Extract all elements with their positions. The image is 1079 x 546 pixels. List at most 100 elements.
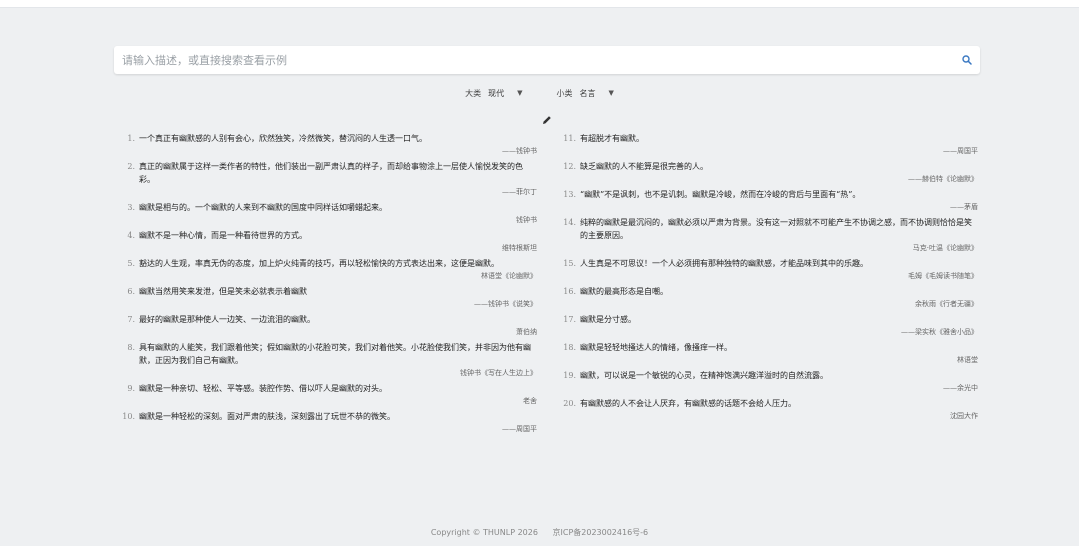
quote-line: 5. 豁达的人生观，率真无伪的态度，加上炉火纯青的技巧，再以轻松愉快的方式表达出来…: [119, 257, 537, 270]
quote-line: 15. 人生真是不可思议！一个人必须拥有那种独特的幽默感，才能品味到其中的乐趣。: [560, 257, 978, 270]
quote-number: 9.: [127, 384, 135, 393]
minor-category-label: 小类: [556, 88, 573, 98]
quote-line: 18. 幽默是轻轻地搔达人的情绪，像搔痒一样。: [560, 341, 978, 354]
quote-line: 8. 具有幽默的人能笑，我们跟着他笑；假如幽默的小花脸可笑，我们对着他笑。小花脸使…: [119, 341, 537, 367]
quote-number: 18.: [563, 343, 576, 352]
quote-number: 5.: [127, 259, 135, 268]
quote-line: 10. 幽默是一种轻松的深刻。面对严肃的肤浅，深刻露出了玩世不恭的微笑。: [119, 410, 537, 423]
quote-number: 15.: [563, 259, 576, 268]
quote-item: 13. “幽默”不是讽刺，也不是讥刺。幽默是冷峻，然而在冷峻的背后与里面有“热”。…: [560, 188, 978, 214]
quote-line: 17. 幽默是分寸感。: [560, 313, 978, 326]
quote-text: “幽默”不是讽刺，也不是讥刺。幽默是冷峻，然而在冷峻的背后与里面有“热”。: [580, 190, 861, 199]
quote-number: 7.: [127, 315, 135, 324]
quote-source: ——钱钟书《说笑》: [474, 300, 537, 308]
quote-item: 11. 有超脱才有幽默。 ——周国平: [560, 132, 978, 158]
quote-item: 14. 纯粹的幽默是最沉闷的，幽默必须以严肃为背景。没有这一对照就不可能产生不协调…: [560, 216, 978, 255]
quote-source: 林语堂: [957, 356, 978, 364]
quote-number: 19.: [563, 371, 576, 380]
quote-source: 钱钟书《写在人生边上》: [460, 369, 537, 377]
quote-source: ——梁实秋《雅舍小品》: [901, 328, 978, 336]
quote-number: 12.: [563, 162, 576, 171]
quote-text: 一个真正有幽默感的人别有会心，欣然独笑，冷然微笑，替沉闷的人生透一口气。: [139, 134, 427, 143]
quote-line: 3. 幽默是相与的。一个幽默的人来到不幽默的国度中同样话如嚼蜡起来。: [119, 201, 537, 214]
quote-number: 13.: [563, 190, 576, 199]
icp-link[interactable]: 京ICP备2023002416号-6: [553, 528, 649, 537]
quote-item: 18. 幽默是轻轻地搔达人的情绪，像搔痒一样。林语堂: [560, 341, 978, 367]
quote-item: 19. 幽默，可以说是一个敏锐的心灵，在精神饱满兴趣洋溢时的自然流露。 ——余光中: [560, 369, 978, 395]
quote-text: 最好的幽默是那种使人一边笑、一边流泪的幽默。: [139, 315, 315, 324]
quote-item: 9. 幽默是一种亲切、轻松、平等感。装腔作势、借以吓人是幽默的对头。老舍: [119, 382, 537, 408]
quote-line: 7. 最好的幽默是那种使人一边笑、一边流泪的幽默。: [119, 313, 537, 326]
quote-item: 17. 幽默是分寸感。 ——梁实秋《雅舍小品》: [560, 313, 978, 339]
quote-number: 8.: [127, 343, 135, 352]
quote-number: 20.: [563, 399, 576, 408]
quote-line: 14. 纯粹的幽默是最沉闷的，幽默必须以严肃为背景。没有这一对照就不可能产生不协调…: [560, 216, 978, 242]
quote-item: 4. 幽默不是一种心情，而是一种看待世界的方式。维特根斯坦: [119, 229, 537, 255]
quote-line: 19. 幽默，可以说是一个敏锐的心灵，在精神饱满兴趣洋溢时的自然流露。: [560, 369, 978, 382]
quote-source: 老舍: [523, 397, 537, 405]
category-filters: 大类 现代 ▼ 小类 名言 ▼: [0, 85, 1079, 101]
minor-category-value: 名言: [579, 88, 596, 98]
quote-text: 有幽默感的人不会让人厌弃，有幽默感的话题不会给人压力。: [580, 399, 796, 408]
quote-text: 幽默不是一种心情，而是一种看待世界的方式。: [139, 231, 307, 240]
quote-source: ——菲尔丁: [502, 188, 537, 196]
search-input[interactable]: [114, 47, 954, 73]
quote-line: 4. 幽默不是一种心情，而是一种看待世界的方式。: [119, 229, 537, 242]
quote-item: 7. 最好的幽默是那种使人一边笑、一边流泪的幽默。 萧伯纳: [119, 313, 537, 339]
quote-item: 20. 有幽默感的人不会让人厌弃，有幽默感的话题不会给人压力。沈园大作: [560, 397, 978, 423]
quote-text: 人生真是不可思议！一个人必须拥有那种独特的幽默感，才能品味到其中的乐趣。: [580, 259, 868, 268]
search-icon[interactable]: [954, 55, 980, 65]
quote-text: 纯粹的幽默是最沉闷的，幽默必须以严肃为背景。没有这一对照就不可能产生不协调之感，…: [580, 218, 972, 240]
quote-column-right: 11. 有超脱才有幽默。 ——周国平 12. 缺乏幽默的人不能算是很完善的人。 ——赫伯特…: [560, 132, 978, 425]
quote-line: 16. 幽默的最高形态是自嘲。: [560, 285, 978, 298]
quote-text: 幽默的最高形态是自嘲。: [580, 287, 668, 296]
minor-category-select[interactable]: 小类 名言 ▼: [557, 85, 614, 101]
quote-item: 2. 真正的幽默属于这样一类作者的特性，他们装出一副严肃认真的样子，而却给事物涂上…: [119, 160, 537, 199]
quote-source: ——周国平: [502, 425, 537, 433]
quote-source: ——周国平: [943, 147, 978, 155]
quote-source: ——茅盾: [950, 203, 978, 211]
quote-source: 沈园大作: [950, 412, 978, 420]
quote-item: 12. 缺乏幽默的人不能算是很完善的人。 ——赫伯特《论幽默》: [560, 160, 978, 186]
quote-item: 15. 人生真是不可思议！一个人必须拥有那种独特的幽默感，才能品味到其中的乐趣。毛…: [560, 257, 978, 283]
quote-line: 2. 真正的幽默属于这样一类作者的特性，他们装出一副严肃认真的样子，而却给事物涂上…: [119, 160, 537, 186]
quote-text: 幽默是轻轻地搔达人的情绪，像搔痒一样。: [580, 343, 732, 352]
quote-text: 幽默是相与的。一个幽默的人来到不幽默的国度中同样话如嚼蜡起来。: [139, 203, 387, 212]
major-category-select[interactable]: 大类 现代 ▼: [465, 85, 522, 101]
top-bar: [0, 0, 1079, 8]
quote-text: 具有幽默的人能笑，我们跟着他笑；假如幽默的小花脸可笑，我们对着他笑。小花脸使我们…: [139, 343, 531, 365]
footer: Copyright © THUNLP 2026 京ICP备2023002416号…: [0, 527, 1079, 538]
quote-number: 10.: [122, 412, 135, 421]
quote-line: 12. 缺乏幽默的人不能算是很完善的人。: [560, 160, 978, 173]
quote-number: 4.: [127, 231, 135, 240]
quote-source: ——余光中: [943, 384, 978, 392]
quote-text: 幽默，可以说是一个敏锐的心灵，在精神饱满兴趣洋溢时的自然流露。: [580, 371, 828, 380]
major-category-label: 大类: [465, 88, 482, 98]
quote-number: 14.: [563, 218, 576, 227]
chevron-down-icon: ▼: [608, 89, 614, 97]
quote-line: 6. 幽默当然用笑来发泄，但是笑未必就表示着幽默: [119, 285, 537, 298]
quote-source: 维特根斯坦: [502, 244, 537, 252]
quote-text: 幽默当然用笑来发泄，但是笑未必就表示着幽默: [139, 287, 307, 296]
quote-source: 毛姆《毛姆读书随笔》: [908, 272, 978, 280]
quote-item: 16. 幽默的最高形态是自嘲。 余秋雨《行者无疆》: [560, 285, 978, 311]
quote-text: 真正的幽默属于这样一类作者的特性，他们装出一副严肃认真的样子，而却给事物涂上一层…: [139, 162, 523, 184]
quote-text: 幽默是分寸感。: [580, 315, 636, 324]
major-category-value: 现代: [488, 88, 505, 98]
quote-source: ——钱钟书: [502, 147, 537, 155]
quote-source: 马克·吐温《论幽默》: [912, 244, 978, 252]
quote-item: 5. 豁达的人生观，率真无伪的态度，加上炉火纯青的技巧，再以轻松愉快的方式表达出来…: [119, 257, 537, 283]
quote-item: 6. 幽默当然用笑来发泄，但是笑未必就表示着幽默 ——钱钟书《说笑》: [119, 285, 537, 311]
quote-line: 11. 有超脱才有幽默。: [560, 132, 978, 145]
quote-source: 钱钟书: [516, 216, 537, 224]
chevron-down-icon: ▼: [517, 89, 523, 97]
quote-line: 9. 幽默是一种亲切、轻松、平等感。装腔作势、借以吓人是幽默的对头。: [119, 382, 537, 395]
quote-number: 11.: [563, 134, 576, 143]
quote-line: 1. 一个真正有幽默感的人别有会心，欣然独笑，冷然微笑，替沉闷的人生透一口气。: [119, 132, 537, 145]
pencil-icon[interactable]: [542, 110, 552, 129]
quote-line: 20. 有幽默感的人不会让人厌弃，有幽默感的话题不会给人压力。: [560, 397, 978, 410]
quote-number: 1.: [127, 134, 135, 143]
quote-number: 17.: [563, 315, 576, 324]
quote-number: 16.: [563, 287, 576, 296]
quote-text: 幽默是一种亲切、轻松、平等感。装腔作势、借以吓人是幽默的对头。: [139, 384, 387, 393]
